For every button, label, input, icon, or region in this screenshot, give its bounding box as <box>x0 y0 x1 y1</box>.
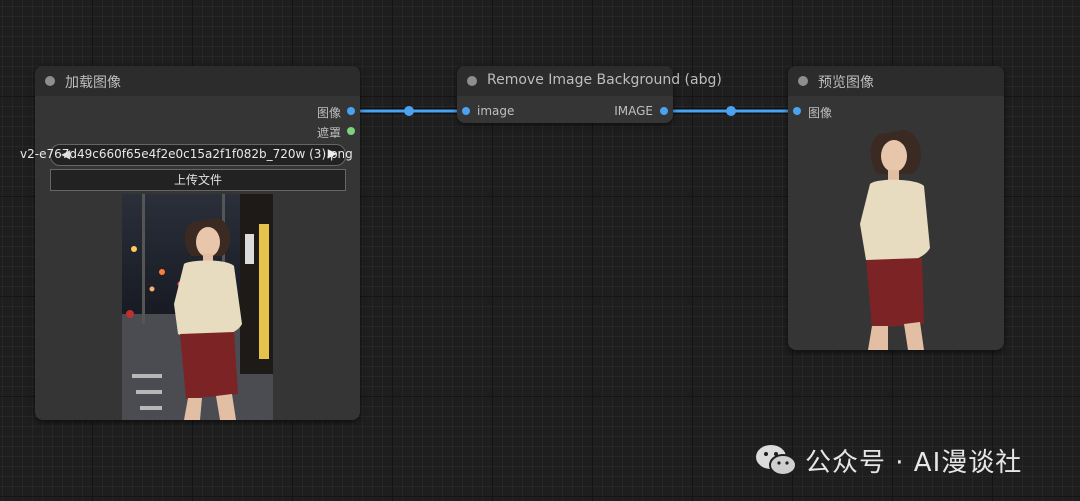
preview-result-image <box>854 128 948 350</box>
input-image-label: image <box>477 104 515 118</box>
output-image-slot[interactable] <box>660 107 668 115</box>
output-image-slot[interactable] <box>347 107 355 115</box>
output-image-label: 图像 <box>316 106 341 120</box>
input-image-label: 图像 <box>808 106 833 120</box>
node-title: Remove Image Background (abg) <box>487 72 722 88</box>
node-title: 加载图像 <box>65 75 121 91</box>
node-header[interactable]: 加载图像 <box>35 66 360 96</box>
output-mask-label: 遮罩 <box>316 126 341 140</box>
preview-image-node[interactable]: 预览图像 图像 <box>788 66 1004 350</box>
image-file-combo[interactable]: ◀ v2-e767d49c660f65e4f2e0c15a2f1f082b_72… <box>20 144 353 166</box>
watermark-text: 公众号 · AI漫谈社 <box>805 447 1023 478</box>
woman-cutout-photo <box>860 130 930 350</box>
load-image-node[interactable]: 加载图像 图像 遮罩 ◀ v2-e767d49c660f65e4f2e0c15a… <box>20 66 360 420</box>
collapse-dot-icon[interactable] <box>45 76 55 86</box>
node-title: 预览图像 <box>818 75 874 91</box>
woman-street-photo <box>122 194 273 420</box>
next-file-arrow-icon[interactable]: ▶ <box>328 146 337 160</box>
loaded-image-preview <box>122 194 273 420</box>
wechat-icon <box>756 445 797 476</box>
collapse-dot-icon[interactable] <box>798 76 808 86</box>
node-header[interactable]: 预览图像 <box>788 66 1004 96</box>
input-image-slot[interactable] <box>462 107 470 115</box>
link-remove-to-preview[interactable] <box>664 106 797 116</box>
image-filename: v2-e767d49c660f65e4f2e0c15a2f1f082b_720w… <box>20 147 353 161</box>
output-image-label: IMAGE <box>614 104 653 118</box>
remove-background-node[interactable]: Remove Image Background (abg) image IMAG… <box>457 66 722 123</box>
input-image-slot[interactable] <box>793 107 801 115</box>
collapse-dot-icon[interactable] <box>467 76 477 86</box>
link-load-to-remove[interactable] <box>351 106 466 116</box>
output-mask-slot[interactable] <box>347 127 355 135</box>
watermark: 公众号 · AI漫谈社 <box>755 440 1022 480</box>
node-header[interactable]: Remove Image Background (abg) <box>457 66 722 96</box>
upload-file-button[interactable]: 上传文件 <box>50 169 346 191</box>
